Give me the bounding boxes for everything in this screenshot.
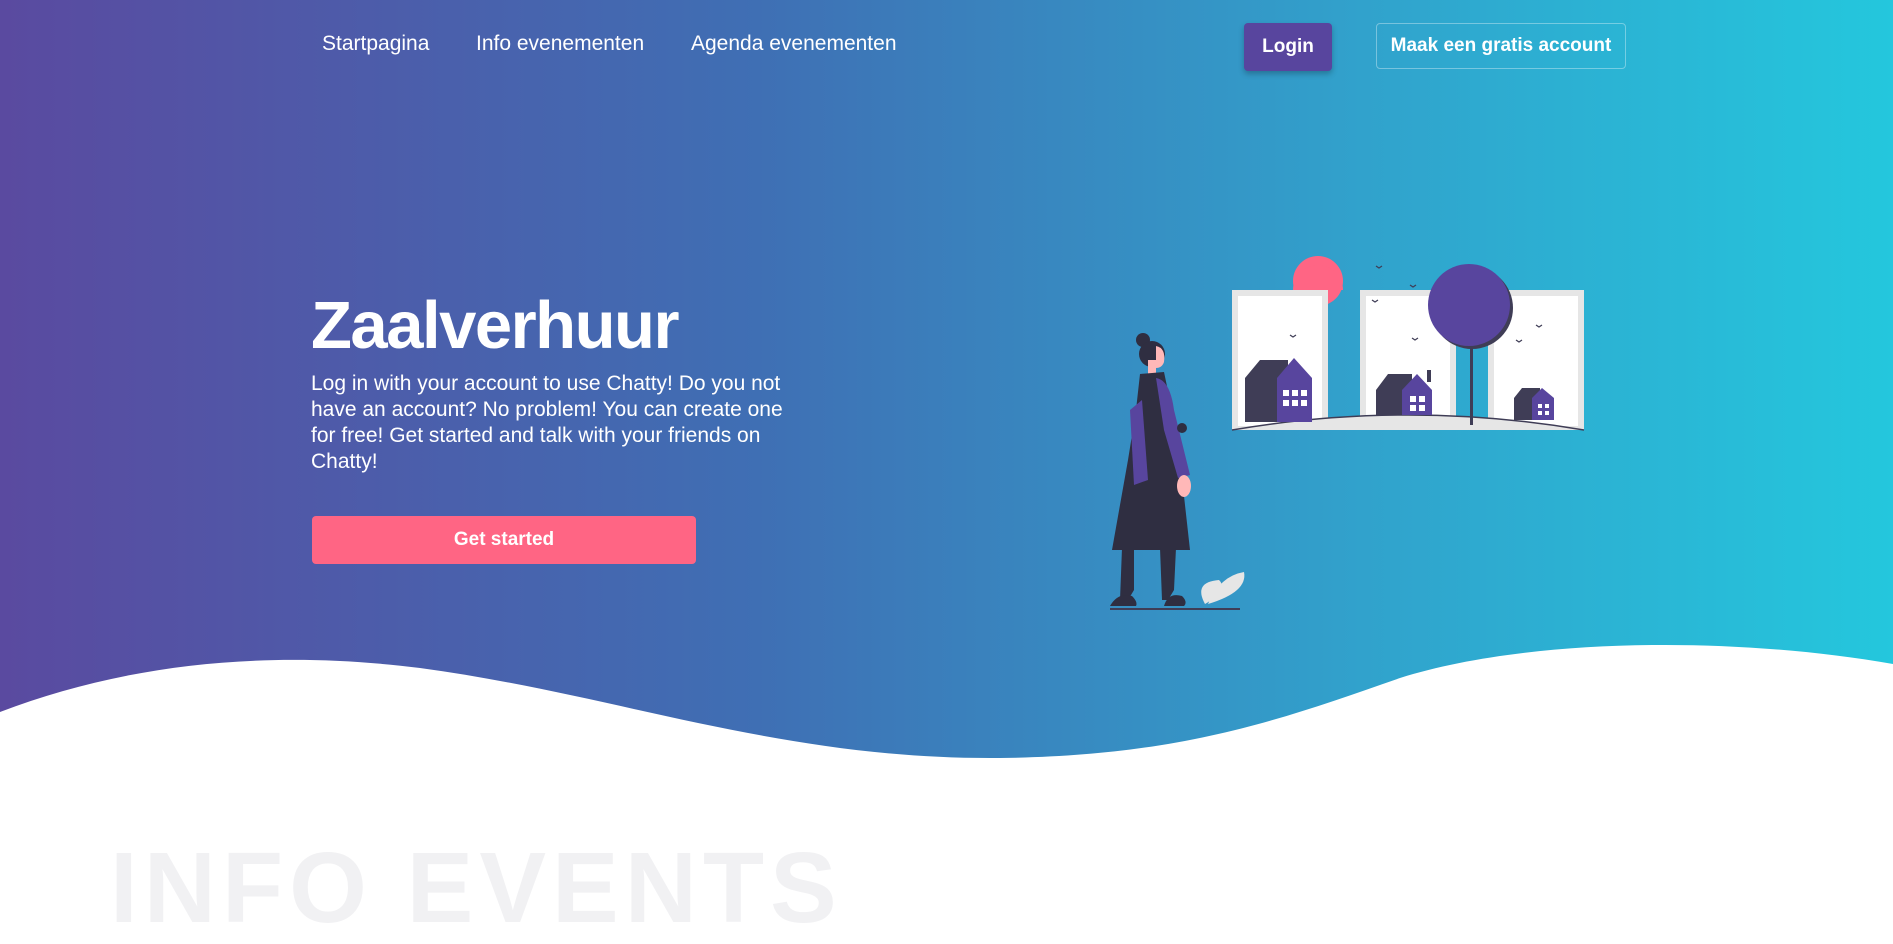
woman-figure: [1110, 333, 1240, 610]
create-account-button[interactable]: Maak een gratis account: [1376, 23, 1626, 69]
get-started-button[interactable]: Get started: [312, 516, 696, 564]
hero-description: Log in with your account to use Chatty! …: [311, 372, 783, 473]
login-button[interactable]: Login: [1244, 23, 1332, 71]
info-events-heading: INFO EVENTS: [110, 832, 843, 944]
plant-leaves: [1201, 572, 1245, 604]
woman-looking-at-houses-illustration: [1110, 256, 1585, 610]
wave-divider: [0, 644, 1893, 862]
nav-link-info-evenementen[interactable]: Info evenementen: [476, 32, 644, 56]
nav-link-agenda-evenementen[interactable]: Agenda evenementen: [691, 32, 897, 56]
page-title: Zaalverhuur: [311, 288, 680, 363]
nav-link-startpagina[interactable]: Startpagina: [322, 32, 429, 56]
